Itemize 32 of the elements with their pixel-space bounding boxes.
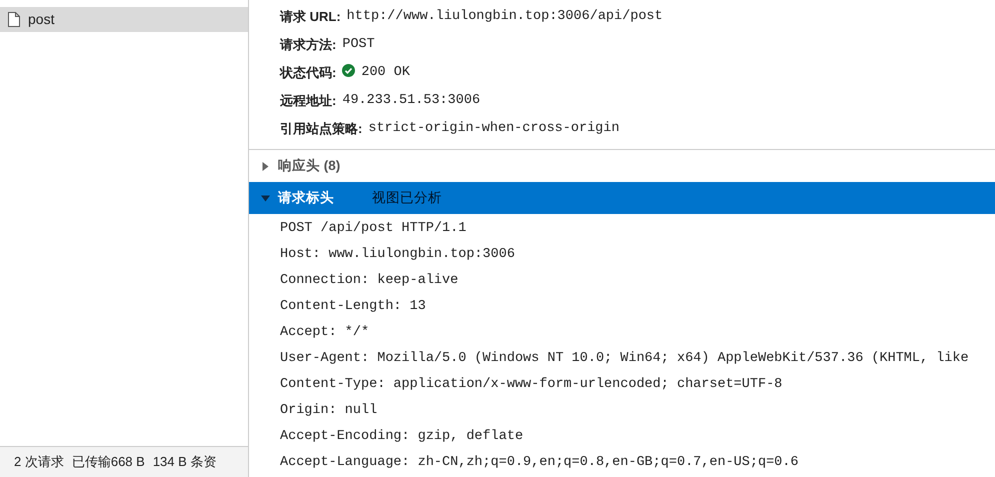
field-label: 状态代码: bbox=[280, 64, 336, 82]
header-line: Host: www.liulongbin.top:3006 bbox=[280, 246, 516, 264]
field-value: 200 OK bbox=[361, 64, 410, 82]
field-value: http://www.liulongbin.top:3006/api/post bbox=[346, 8, 663, 26]
field-value: strict-origin-when-cross-origin bbox=[368, 120, 620, 138]
header-line: Content-Length: 13 bbox=[280, 298, 427, 316]
header-line: Accept-Encoding: gzip, deflate bbox=[280, 428, 524, 446]
view-parsed-button[interactable]: 视图已分析 bbox=[372, 188, 442, 208]
field-label: 请求 URL: bbox=[280, 8, 341, 26]
section-header[interactable]: 响应头 (8) bbox=[249, 150, 995, 182]
collapsed-triangle-icon bbox=[261, 162, 270, 170]
status-text: 134 B 条资 bbox=[152, 453, 216, 472]
header-line: Connection: keep-alive bbox=[280, 272, 460, 290]
file-icon bbox=[8, 12, 20, 27]
section-title: 响应头 (8) bbox=[278, 156, 340, 175]
header-line: Accept: */* bbox=[280, 324, 370, 342]
header-line: Accept-Language: zh-CN,zh;q=0.9,en;q=0.8,en-GB;q=0.7,en-US;q=0.6 bbox=[280, 454, 800, 472]
request-item[interactable]: post bbox=[0, 7, 248, 32]
expanded-triangle-icon bbox=[261, 194, 270, 202]
section-header[interactable]: 请求标头 视图已分析 bbox=[249, 182, 995, 214]
status-text: 2 次请求 bbox=[14, 453, 64, 472]
field-label: 请求方法: bbox=[280, 36, 336, 54]
field-value: POST bbox=[342, 36, 375, 54]
header-line: Origin: null bbox=[280, 402, 378, 420]
section-title: 请求标头 bbox=[278, 188, 334, 207]
header-line: User-Agent: Mozilla/5.0 (Windows NT 10.0; Win64; x64) AppleWebKit/537.36 (KHTML, like bbox=[280, 350, 970, 368]
field-label: 远程地址: bbox=[280, 92, 336, 110]
field-label: 引用站点策略: bbox=[280, 120, 362, 138]
header-line: POST /api/post HTTP/1.1 bbox=[280, 220, 468, 238]
header-line: Content-Type: application/x-www-form-urlencoded; charset=UTF-8 bbox=[280, 376, 784, 394]
field-value: 49.233.51.53:3006 bbox=[342, 92, 480, 110]
status-text: 已传输668 B bbox=[72, 453, 145, 472]
